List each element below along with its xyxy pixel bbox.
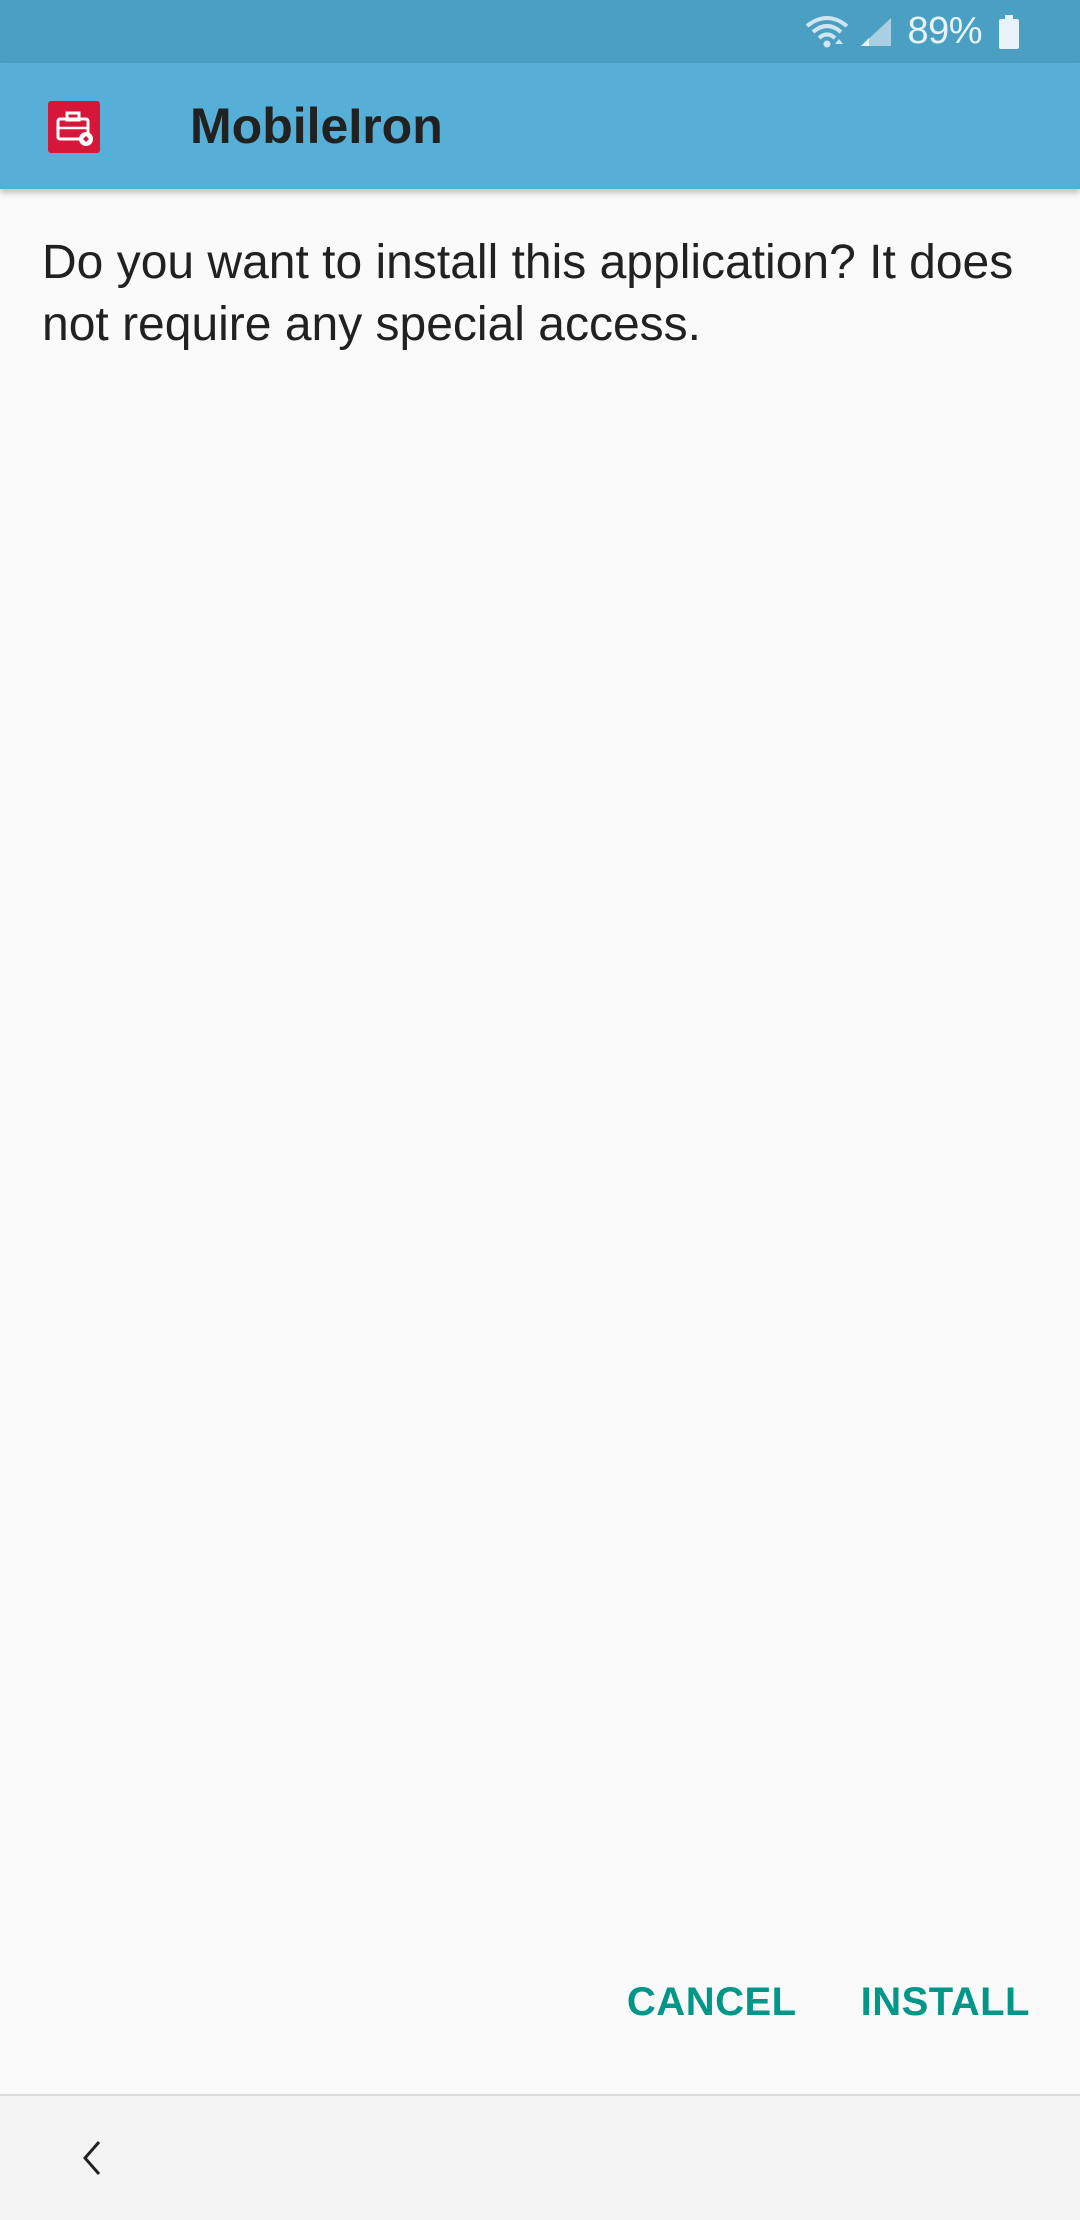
navigation-bar xyxy=(0,2094,1080,2220)
mobileiron-briefcase-icon xyxy=(48,101,100,153)
battery-percent: 89% xyxy=(907,10,982,52)
wifi-icon xyxy=(805,14,849,50)
status-icons: 89% xyxy=(805,10,1020,53)
cancel-button[interactable]: CANCEL xyxy=(627,1970,797,2035)
install-button[interactable]: INSTALL xyxy=(861,1970,1030,2035)
back-chevron-icon[interactable] xyxy=(60,2126,124,2190)
cell-signal-icon xyxy=(859,16,893,48)
battery-icon xyxy=(998,14,1020,49)
app-bar: MobileIron xyxy=(0,63,1080,189)
app-title: MobileIron xyxy=(190,98,443,154)
action-buttons: CANCEL INSTALL xyxy=(627,1970,1030,2035)
status-bar: 89% xyxy=(0,0,1080,63)
install-message: Do you want to install this application?… xyxy=(42,236,1014,351)
